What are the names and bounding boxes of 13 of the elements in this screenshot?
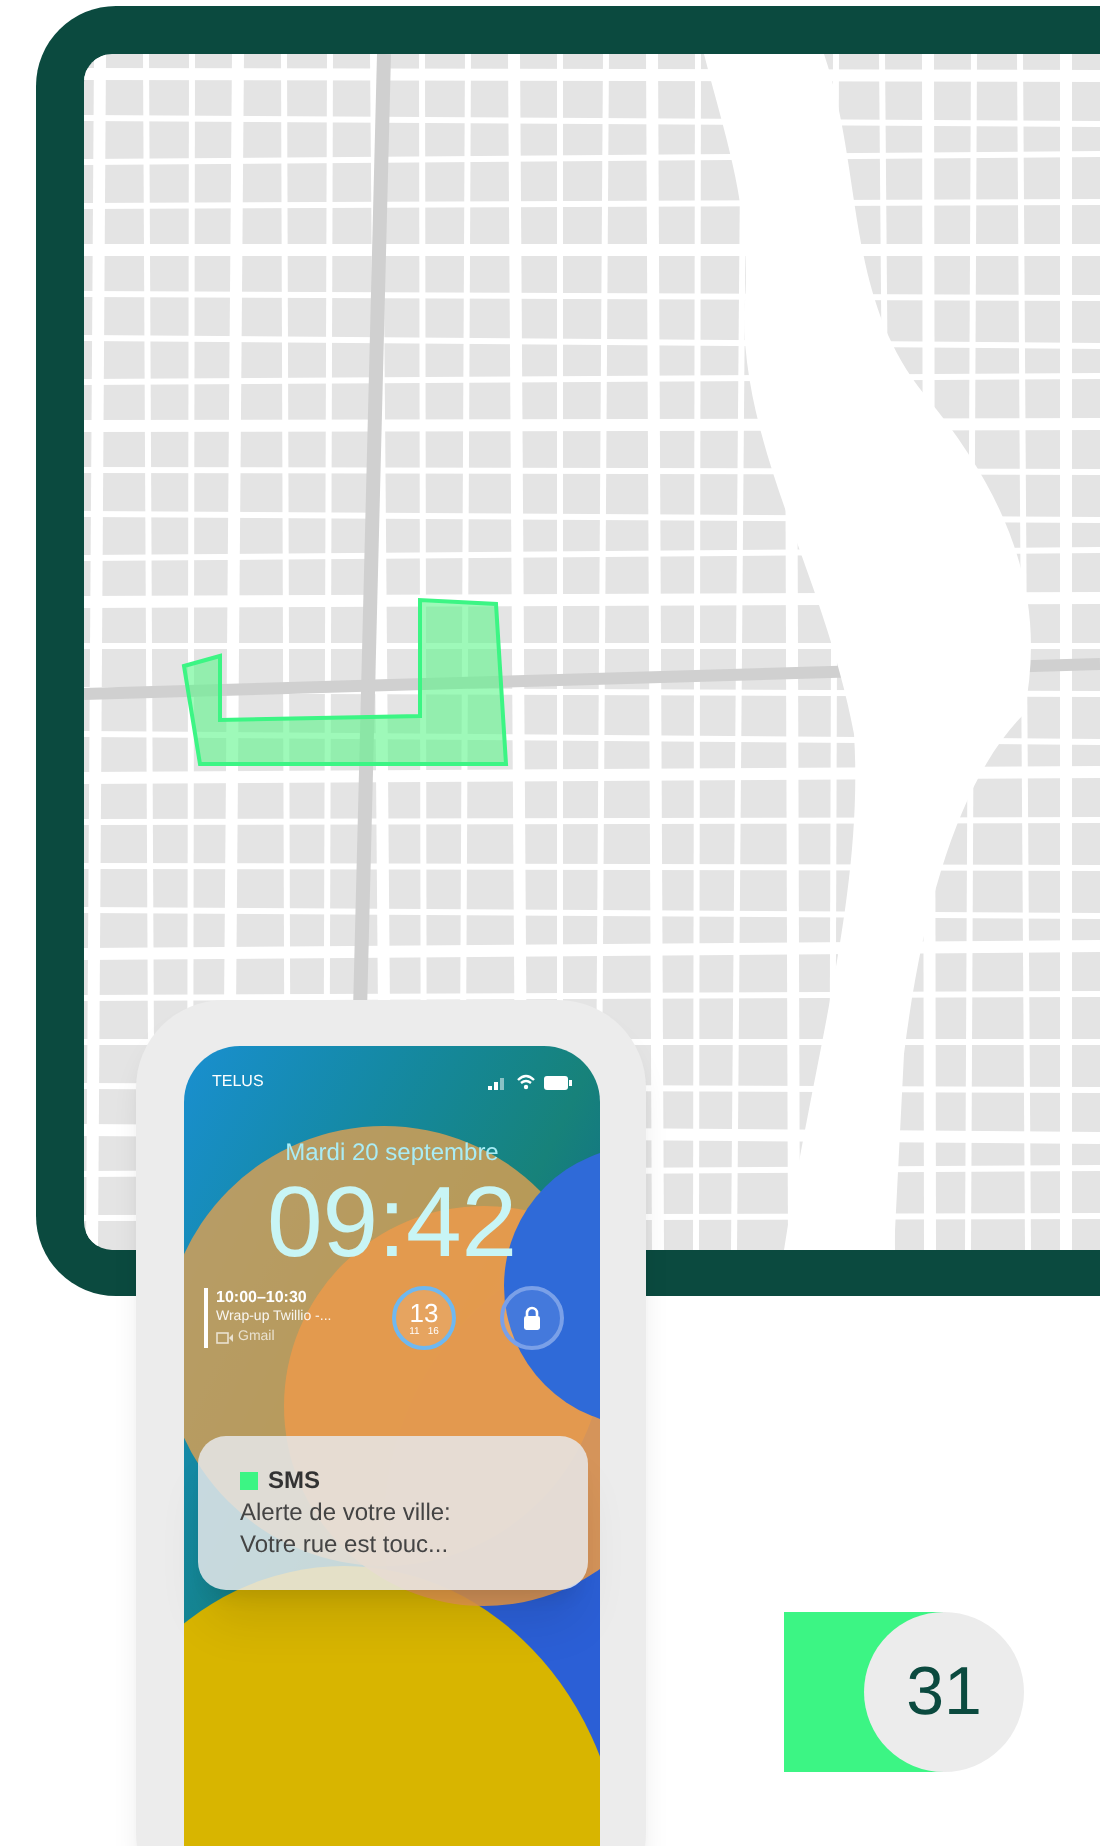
notification-app: SMS <box>268 1466 321 1494</box>
gauge-value: 13 <box>409 1299 439 1325</box>
video-icon <box>216 1332 234 1344</box>
lock-screen-time: 09:42 <box>264 1170 520 1274</box>
notification-message: Alerte de votre ville: Votre rue est touc... <box>240 1496 453 1560</box>
lock-widget[interactable] <box>500 1286 564 1350</box>
event-time: 10:00–10:30 <box>216 1288 309 1308</box>
carrier-name: TELUS <box>212 1070 264 1094</box>
signal-icon <box>488 1075 508 1089</box>
wifi-icon <box>516 1074 536 1090</box>
lock-icon <box>522 1306 542 1330</box>
notification-card[interactable]: SMS Alerte de votre ville: Votre rue est touc... <box>198 1436 588 1590</box>
app-icon <box>240 1471 258 1489</box>
